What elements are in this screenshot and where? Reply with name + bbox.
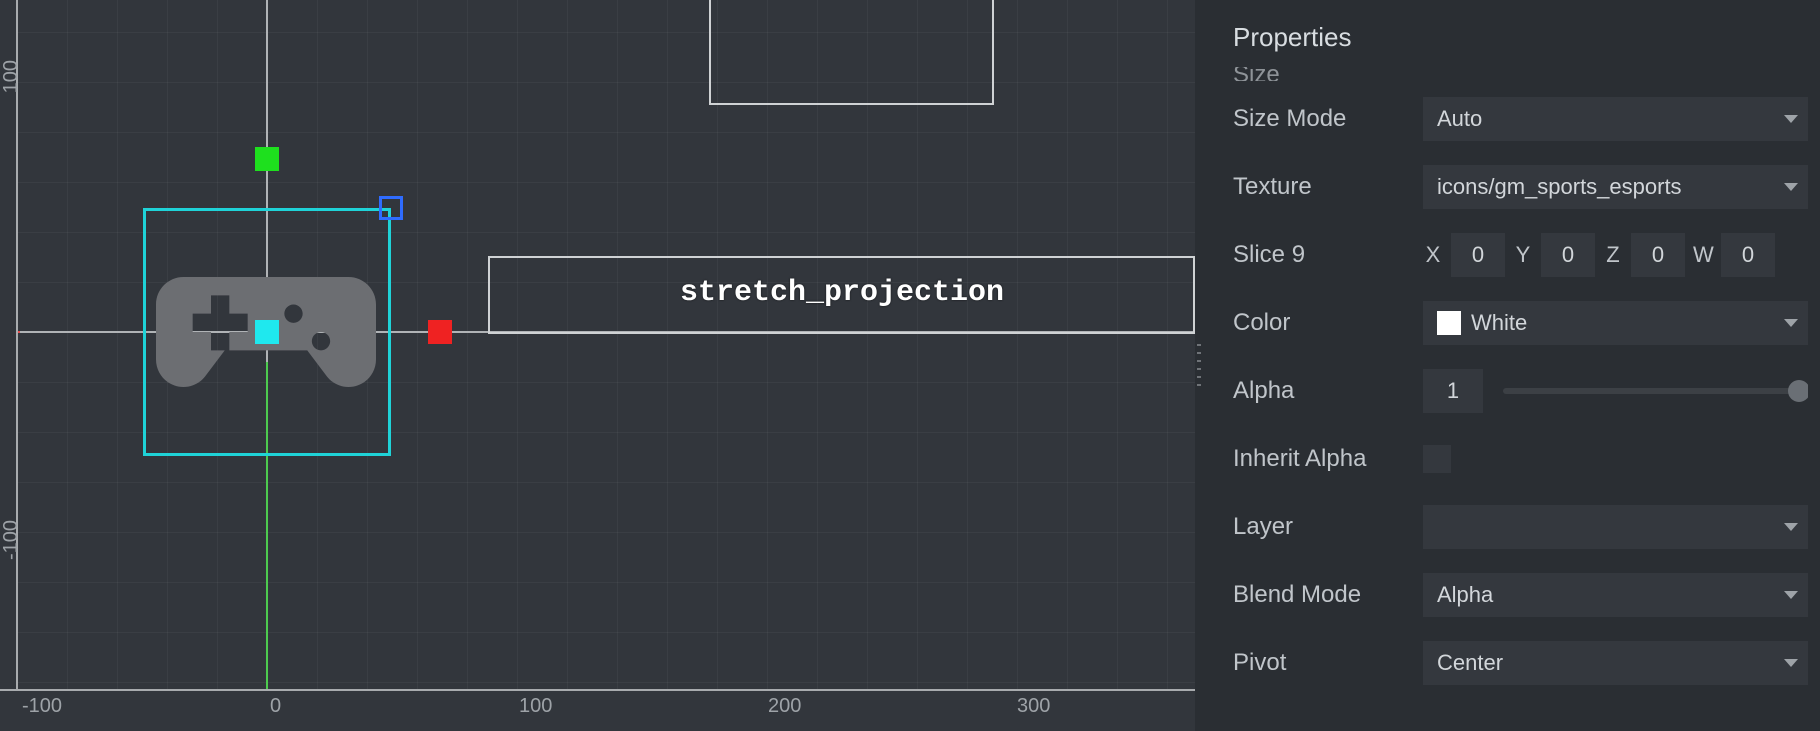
node-label: stretch_projection: [680, 276, 1004, 310]
label-pivot: Pivot: [1233, 649, 1423, 677]
label-blend-mode: Blend Mode: [1233, 581, 1423, 609]
row-layer: Layer: [1233, 493, 1808, 561]
slice9-w-input[interactable]: 0: [1721, 233, 1775, 277]
chevron-down-icon: [1784, 523, 1798, 531]
chevron-down-icon: [1784, 115, 1798, 123]
blend-mode-select[interactable]: Alpha: [1423, 573, 1808, 617]
row-alpha: Alpha 1: [1233, 357, 1808, 425]
label-color: Color: [1233, 309, 1423, 337]
ruler-horizontal: -100 0 100 200 300: [0, 689, 1195, 731]
row-inherit-alpha: Inherit Alpha: [1233, 425, 1808, 493]
label-slice9: Slice 9: [1233, 241, 1423, 269]
ruler-tick: 300: [1017, 691, 1050, 718]
row-color: Color White: [1233, 289, 1808, 357]
label-size-mode: Size Mode: [1233, 105, 1423, 133]
color-select[interactable]: White: [1423, 301, 1808, 345]
axis-label-z: Z: [1603, 242, 1623, 268]
row-size-partial: Size: [1233, 67, 1808, 81]
size-mode-select[interactable]: Auto: [1423, 97, 1808, 141]
slice9-y-input[interactable]: 0: [1541, 233, 1595, 277]
resize-handle-corner[interactable]: [379, 196, 403, 220]
pivot-select[interactable]: Center: [1423, 641, 1808, 685]
slice9-z-input[interactable]: 0: [1631, 233, 1685, 277]
label-inherit-alpha: Inherit Alpha: [1233, 445, 1423, 473]
editor-canvas[interactable]: stretch_projection 100 -100 -100 0 100 2…: [0, 0, 1195, 731]
row-size-mode: Size Mode Auto: [1233, 85, 1808, 153]
axis-label-y: Y: [1513, 242, 1533, 268]
axis-label-w: W: [1693, 242, 1713, 268]
chevron-down-icon: [1784, 319, 1798, 327]
chevron-down-icon: [1784, 591, 1798, 599]
row-pivot: Pivot Center: [1233, 629, 1808, 697]
alpha-input[interactable]: 1: [1423, 369, 1483, 413]
label-texture: Texture: [1233, 173, 1423, 201]
ruler-vertical: 100 -100: [0, 0, 18, 689]
inherit-alpha-checkbox[interactable]: [1423, 445, 1451, 473]
node-outline-top[interactable]: [709, 0, 994, 105]
ruler-tick: -100: [0, 520, 23, 560]
translate-handle-y[interactable]: [255, 147, 279, 171]
ruler-tick: -100: [22, 691, 62, 718]
chevron-down-icon: [1784, 183, 1798, 191]
row-blend-mode: Blend Mode Alpha: [1233, 561, 1808, 629]
layer-select[interactable]: [1423, 505, 1808, 549]
alpha-slider[interactable]: [1503, 388, 1808, 394]
axis-label-x: X: [1423, 242, 1443, 268]
label-layer: Layer: [1233, 513, 1423, 541]
ruler-tick: 200: [768, 691, 801, 718]
chevron-down-icon: [1784, 659, 1798, 667]
row-texture: Texture icons/gm_sports_esports: [1233, 153, 1808, 221]
slider-thumb[interactable]: [1788, 380, 1808, 402]
slice9-x-input[interactable]: 0: [1451, 233, 1505, 277]
panel-title: Properties: [1233, 4, 1808, 67]
label-alpha: Alpha: [1233, 377, 1423, 405]
color-swatch: [1437, 311, 1461, 335]
panel-splitter[interactable]: [1195, 0, 1203, 731]
properties-panel: Properties Size Size Mode Auto Texture: [1203, 0, 1820, 731]
translate-handle-x[interactable]: [428, 320, 452, 344]
texture-select[interactable]: icons/gm_sports_esports: [1423, 165, 1808, 209]
translate-handle-xy[interactable]: [255, 320, 279, 344]
ruler-tick: 100: [0, 60, 23, 93]
ruler-tick: 0: [270, 691, 281, 718]
row-slice9: Slice 9 X 0 Y 0 Z 0 W 0: [1233, 221, 1808, 289]
ruler-tick: 100: [519, 691, 552, 718]
